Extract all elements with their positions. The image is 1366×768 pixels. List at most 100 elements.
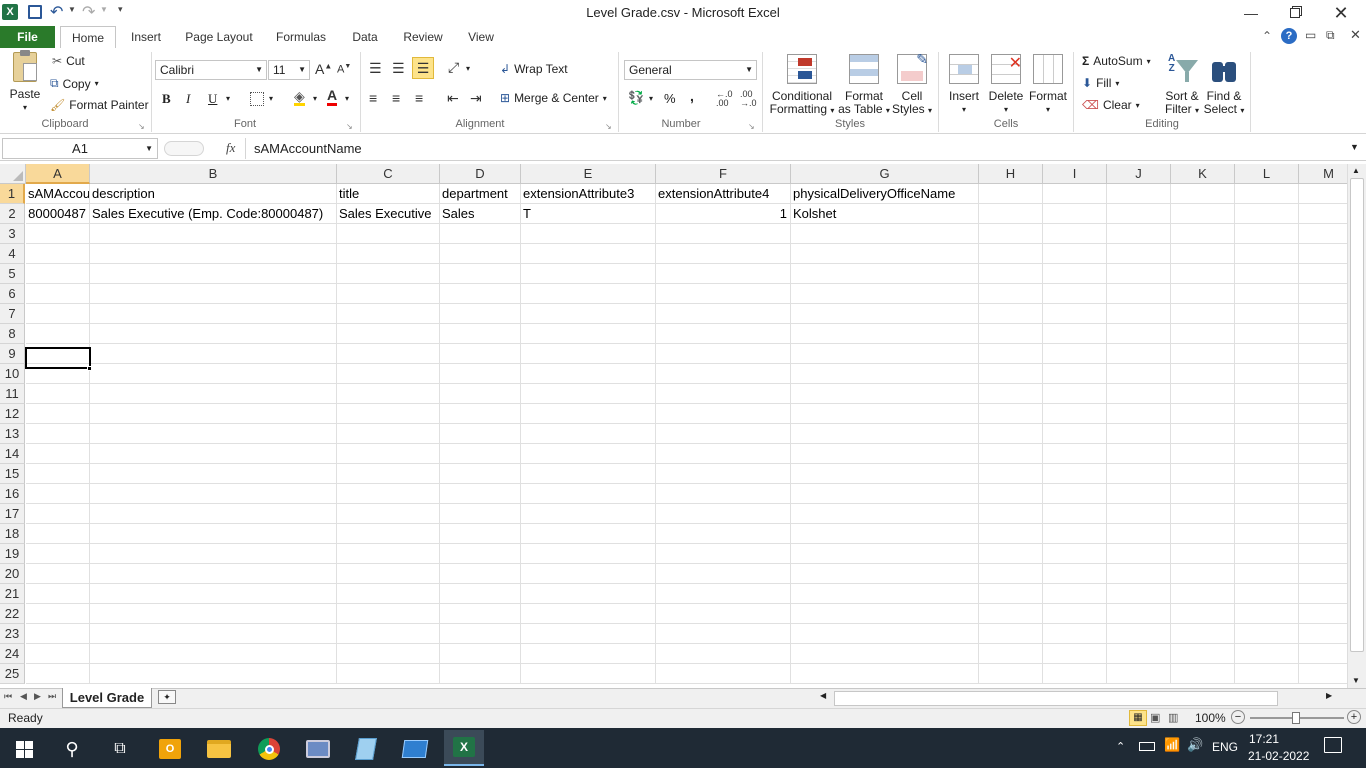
cell-m9[interactable] (1299, 344, 1347, 364)
delete-cells-button[interactable]: ✕ Delete ▾ (986, 54, 1026, 116)
decrease-indent-icon[interactable]: ⇤ (447, 90, 459, 107)
cell-a9[interactable] (26, 344, 90, 364)
cell-f24[interactable] (656, 644, 791, 664)
next-sheet-icon[interactable]: ▶ (34, 691, 41, 702)
sort-filter-button[interactable]: AZ Sort & Filter ▾ (1160, 54, 1204, 117)
cell-l11[interactable] (1235, 384, 1299, 404)
task-view-icon[interactable]: ⧉ (100, 732, 140, 766)
cell-i18[interactable] (1043, 524, 1107, 544)
cell-b14[interactable] (90, 444, 337, 464)
percent-button[interactable]: % (664, 91, 676, 106)
cell-f2[interactable]: 1 (656, 204, 791, 224)
cell-f13[interactable] (656, 424, 791, 444)
cell-l23[interactable] (1235, 624, 1299, 644)
cell-i15[interactable] (1043, 464, 1107, 484)
cell-h4[interactable] (979, 244, 1043, 264)
cell-k14[interactable] (1171, 444, 1235, 464)
cell-l19[interactable] (1235, 544, 1299, 564)
volume-icon[interactable]: 🔊 (1187, 737, 1203, 753)
cell-m24[interactable] (1299, 644, 1347, 664)
cell-c10[interactable] (337, 364, 440, 384)
outlook-icon[interactable]: O (150, 732, 190, 766)
vertical-scrollbar[interactable]: ▲ ▼ (1347, 164, 1366, 688)
cell-j9[interactable] (1107, 344, 1171, 364)
cell-h9[interactable] (979, 344, 1043, 364)
cell-h3[interactable] (979, 224, 1043, 244)
column-header-c[interactable]: C (337, 164, 440, 184)
column-header-b[interactable]: B (90, 164, 337, 184)
cell-d7[interactable] (440, 304, 521, 324)
format-cells-button[interactable]: Format ▾ (1028, 54, 1068, 116)
cell-k17[interactable] (1171, 504, 1235, 524)
cell-e19[interactable] (521, 544, 656, 564)
cell-e6[interactable] (521, 284, 656, 304)
fill-color-icon[interactable]: ◈ (294, 89, 305, 106)
cell-f16[interactable] (656, 484, 791, 504)
cell-d25[interactable] (440, 664, 521, 684)
cell-i22[interactable] (1043, 604, 1107, 624)
find-select-button[interactable]: Find & Select ▾ (1202, 54, 1246, 117)
cell-j11[interactable] (1107, 384, 1171, 404)
cell-g4[interactable] (791, 244, 979, 264)
clock-date[interactable]: 21-02-2022 (1248, 749, 1309, 763)
cell-k15[interactable] (1171, 464, 1235, 484)
cell-g10[interactable] (791, 364, 979, 384)
cell-a2[interactable]: 80000487 (26, 204, 90, 224)
column-header-f[interactable]: F (656, 164, 791, 184)
cell-g17[interactable] (791, 504, 979, 524)
cell-f20[interactable] (656, 564, 791, 584)
cell-f21[interactable] (656, 584, 791, 604)
cell-a7[interactable] (26, 304, 90, 324)
cell-k4[interactable] (1171, 244, 1235, 264)
cell-j22[interactable] (1107, 604, 1171, 624)
cell-j23[interactable] (1107, 624, 1171, 644)
cell-b24[interactable] (90, 644, 337, 664)
cell-l14[interactable] (1235, 444, 1299, 464)
cell-c21[interactable] (337, 584, 440, 604)
cell-l20[interactable] (1235, 564, 1299, 584)
cell-g18[interactable] (791, 524, 979, 544)
cell-d16[interactable] (440, 484, 521, 504)
align-right-icon[interactable]: ≡ (415, 90, 423, 106)
ribbon-minimize-icon[interactable]: ⌃ (1262, 29, 1272, 43)
row-header-21[interactable]: 21 (0, 584, 25, 604)
cell-a13[interactable] (26, 424, 90, 444)
cell-l1[interactable] (1235, 184, 1299, 204)
cell-g5[interactable] (791, 264, 979, 284)
cell-b4[interactable] (90, 244, 337, 264)
row-header-23[interactable]: 23 (0, 624, 25, 644)
cell-f12[interactable] (656, 404, 791, 424)
cell-b23[interactable] (90, 624, 337, 644)
notification-icon[interactable] (1324, 737, 1342, 753)
row-header-1[interactable]: 1 (0, 184, 25, 204)
cell-h11[interactable] (979, 384, 1043, 404)
cell-i10[interactable] (1043, 364, 1107, 384)
cell-h10[interactable] (979, 364, 1043, 384)
vertical-scroll-thumb[interactable] (1350, 178, 1364, 652)
row-header-13[interactable]: 13 (0, 424, 25, 444)
cell-e13[interactable] (521, 424, 656, 444)
cell-e25[interactable] (521, 664, 656, 684)
cell-m23[interactable] (1299, 624, 1347, 644)
row-header-24[interactable]: 24 (0, 644, 25, 664)
cell-h15[interactable] (979, 464, 1043, 484)
cell-g21[interactable] (791, 584, 979, 604)
workbook-close-icon[interactable]: ✕ (1350, 27, 1361, 43)
cell-k23[interactable] (1171, 624, 1235, 644)
cell-a4[interactable] (26, 244, 90, 264)
cell-d17[interactable] (440, 504, 521, 524)
fill-color-dropdown-icon[interactable]: ▾ (313, 94, 317, 103)
cell-b7[interactable] (90, 304, 337, 324)
cell-a20[interactable] (26, 564, 90, 584)
cell-k12[interactable] (1171, 404, 1235, 424)
cell-c23[interactable] (337, 624, 440, 644)
cell-i13[interactable] (1043, 424, 1107, 444)
normal-view-icon[interactable]: ▦ (1129, 710, 1147, 726)
cell-k3[interactable] (1171, 224, 1235, 244)
cell-g24[interactable] (791, 644, 979, 664)
copy-button[interactable]: ⧉ Copy ▾ (50, 76, 99, 91)
cell-m21[interactable] (1299, 584, 1347, 604)
cell-styles-button[interactable]: ✎ Cell Styles ▾ (890, 52, 934, 117)
cell-b22[interactable] (90, 604, 337, 624)
cell-b17[interactable] (90, 504, 337, 524)
